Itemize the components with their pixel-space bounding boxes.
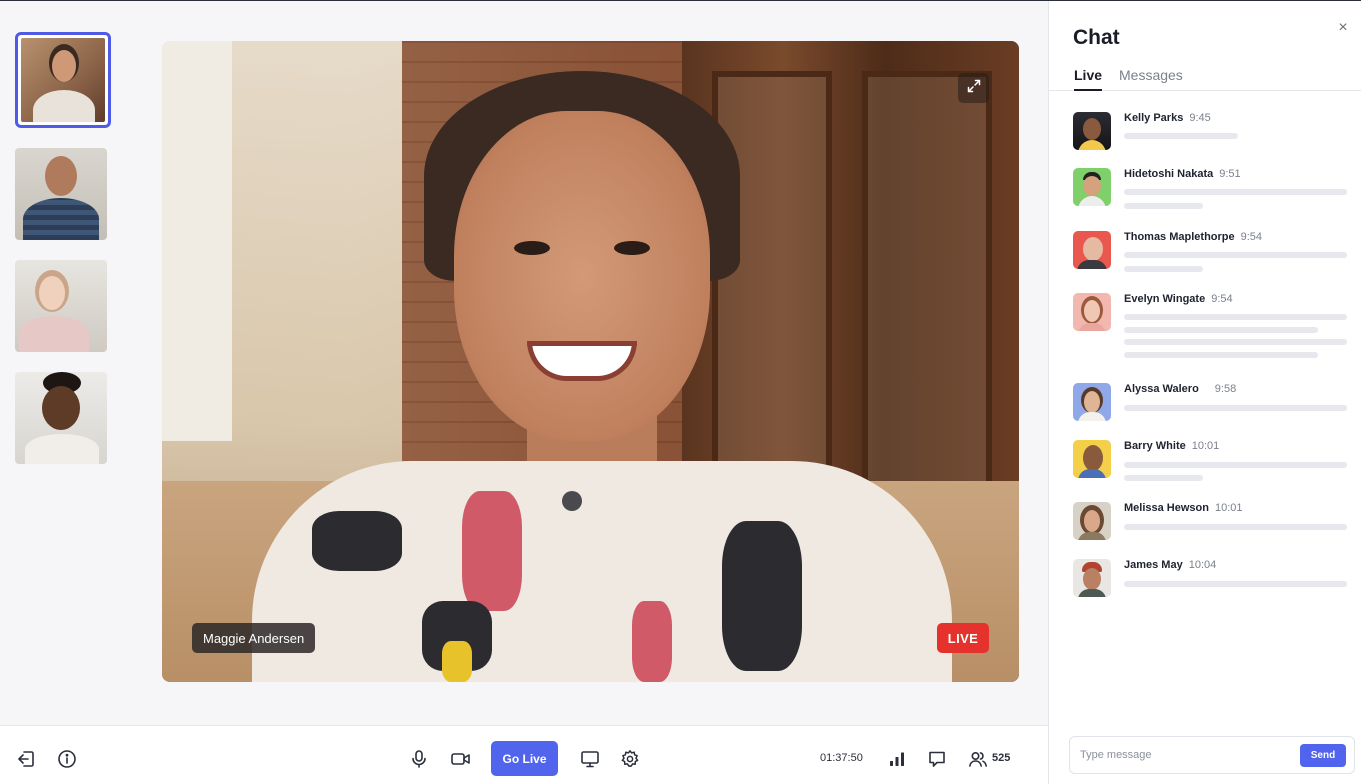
message-time: 9:45 — [1189, 112, 1211, 124]
chat-message: James May 10:04 — [1073, 559, 1348, 599]
gear-icon[interactable] — [619, 748, 641, 770]
screen-share-icon[interactable] — [579, 748, 601, 770]
tab-messages[interactable]: Messages — [1119, 67, 1183, 91]
chat-message: Melissa Hewson 10:01 — [1073, 502, 1348, 542]
main-video-feed — [162, 41, 1019, 682]
go-live-button[interactable]: Go Live — [491, 741, 558, 776]
fullscreen-button[interactable] — [958, 73, 989, 103]
chat-message: Barry White 10:01 — [1073, 440, 1348, 481]
info-icon[interactable] — [56, 748, 78, 770]
call-toolbar: Go Live 01:37:50 525 — [0, 725, 1048, 784]
signal-bars-icon — [886, 748, 908, 770]
avatar — [1073, 293, 1111, 331]
participant-thumbnail[interactable] — [15, 260, 107, 352]
sender-name: Melissa Hewson — [1124, 502, 1209, 514]
participant-thumbnail[interactable] — [15, 372, 107, 464]
message-time: 9:58 — [1214, 383, 1237, 395]
participant-count: 525 — [992, 752, 1011, 764]
message-time: 9:51 — [1219, 168, 1241, 180]
avatar — [1073, 112, 1111, 150]
avatar — [1073, 231, 1111, 269]
chat-bubble-icon[interactable] — [926, 748, 948, 770]
chat-message: Evelyn Wingate 9:54 — [1073, 293, 1348, 363]
sender-name: James May — [1124, 559, 1183, 571]
video-stage: Maggie Andersen LIVE — [0, 1, 1048, 725]
avatar — [1073, 440, 1111, 478]
speaker-name-tag: Maggie Andersen — [192, 623, 316, 653]
message-composer: Send — [1069, 736, 1355, 774]
close-icon[interactable]: × — [1335, 19, 1351, 39]
tab-live[interactable]: Live — [1074, 67, 1103, 91]
microphone-icon[interactable] — [408, 748, 430, 770]
sender-name: Barry White — [1124, 440, 1186, 452]
message-time: 9:54 — [1211, 293, 1233, 305]
sender-name: Evelyn Wingate — [1124, 293, 1206, 305]
chat-message: Alyssa Walero 9:58 — [1073, 383, 1348, 423]
chat-tabs: Live Messages — [1049, 65, 1361, 91]
call-timer: 01:37:50 — [820, 752, 863, 764]
message-time: 10:01 — [1191, 440, 1220, 452]
chat-title: Chat — [1073, 26, 1120, 49]
sender-name: Hidetoshi Nakata — [1124, 168, 1214, 180]
expand-icon — [966, 78, 982, 99]
chat-message: Thomas Maplethorpe 9:54 — [1073, 231, 1348, 275]
avatar — [1073, 559, 1111, 597]
message-input[interactable] — [1080, 746, 1280, 764]
participant-thumbnail[interactable] — [15, 148, 107, 240]
send-button[interactable]: Send — [1300, 744, 1346, 767]
live-badge: LIVE — [937, 623, 989, 653]
chat-message: Kelly Parks 9:45 — [1073, 112, 1348, 152]
avatar — [1073, 502, 1111, 540]
video-camera-icon[interactable] — [449, 748, 471, 770]
people-icon[interactable] — [967, 748, 989, 770]
participant-thumbnail-active[interactable] — [15, 32, 111, 128]
sender-name: Alyssa Walero — [1124, 383, 1199, 395]
message-time: 10:04 — [1188, 559, 1217, 571]
sender-name: Thomas Maplethorpe — [1124, 231, 1235, 243]
avatar — [1073, 383, 1111, 421]
leave-icon[interactable] — [15, 748, 37, 770]
message-time: 9:54 — [1240, 231, 1263, 243]
chat-panel: Chat × Live Messages Kelly Parks 9:45 Hid… — [1048, 1, 1361, 784]
message-time: 10:01 — [1214, 502, 1243, 514]
avatar — [1073, 168, 1111, 206]
sender-name: Kelly Parks — [1124, 112, 1184, 124]
chat-message: Hidetoshi Nakata 9:51 — [1073, 168, 1348, 212]
